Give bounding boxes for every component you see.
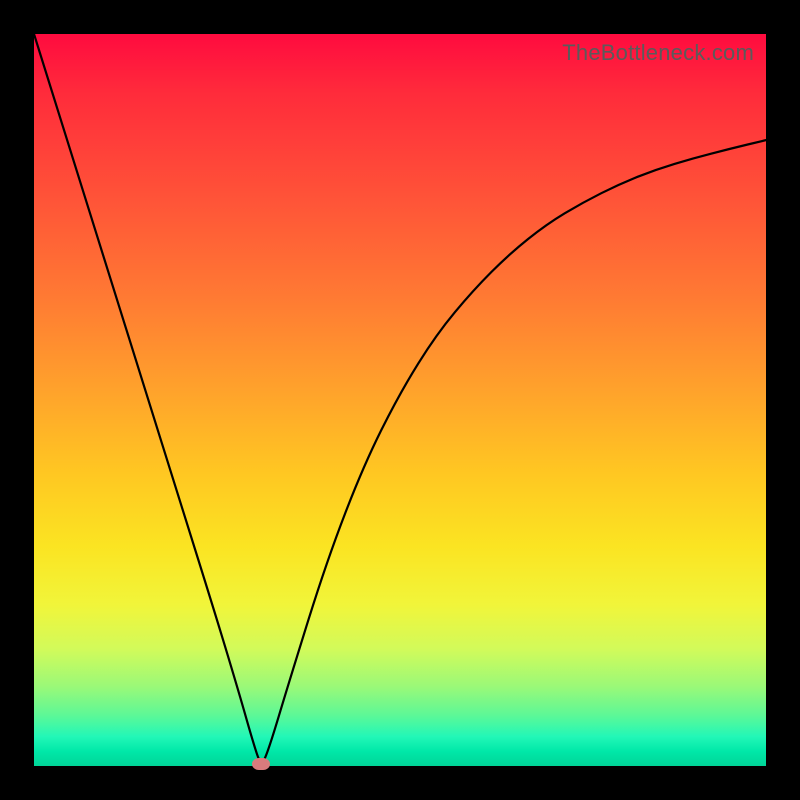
curve-path [34, 34, 766, 762]
plot-area: TheBottleneck.com [34, 34, 766, 766]
chart-frame: TheBottleneck.com [0, 0, 800, 800]
minimum-marker [252, 758, 270, 770]
bottleneck-curve [34, 34, 766, 766]
watermark-text: TheBottleneck.com [562, 40, 754, 66]
